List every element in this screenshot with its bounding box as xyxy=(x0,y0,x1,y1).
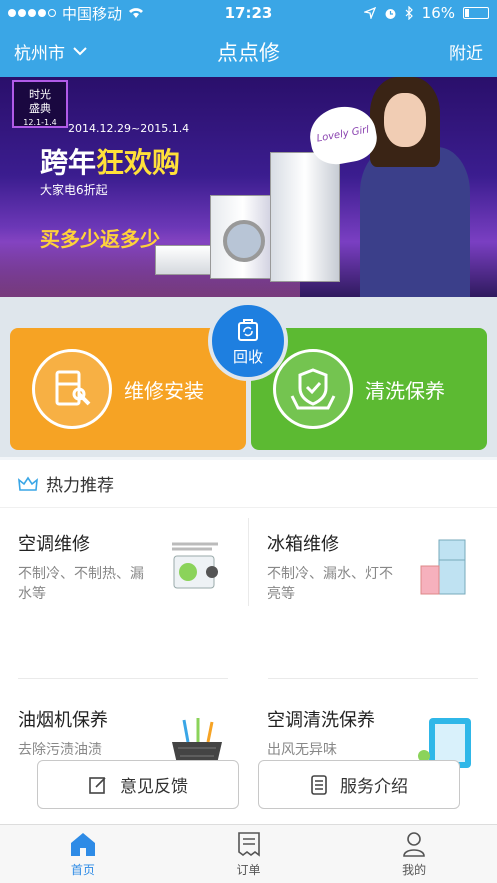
nearby-button[interactable]: 附近 xyxy=(449,39,483,64)
recommend-item-fridge-repair[interactable]: 冰箱维修 不制冷、漏水、灯不亮等 xyxy=(249,508,497,626)
battery-icon xyxy=(463,7,489,19)
ac-unit-icon xyxy=(172,542,218,589)
location-arrow-icon xyxy=(363,7,376,19)
item-desc: 不制冷、漏水、灯不亮等 xyxy=(267,566,393,602)
model-image: Lovely Girl xyxy=(305,77,490,297)
fridge-icon xyxy=(420,539,466,595)
tab-bar: 首页 订单 我的 xyxy=(0,824,497,883)
recommend-item-ac-repair[interactable]: 空调维修 不制冷、不制热、漏水等 xyxy=(0,508,248,626)
banner-headline: 跨年狂欢购 xyxy=(40,141,180,181)
battery-percent: 16% xyxy=(421,4,455,22)
status-bar: 中国移动 17:23 16% xyxy=(0,0,497,26)
item-desc: 去除污渍油渍 xyxy=(18,742,102,758)
signal-icon xyxy=(8,9,56,17)
tab-home[interactable]: 首页 xyxy=(0,825,166,883)
banner-slogan: 买多少返多少 xyxy=(40,227,160,251)
event-badge: 时光 盛典 12.1-1.4 xyxy=(12,80,68,128)
nav-bar: 杭州市 点点修 附近 xyxy=(0,26,497,77)
recycle-bag-icon xyxy=(238,318,258,341)
item-desc: 出风无异味 xyxy=(267,742,337,758)
repair-icon xyxy=(32,349,112,429)
divider xyxy=(268,678,478,679)
feedback-button[interactable]: 意见反馈 xyxy=(37,760,239,809)
service-intro-button[interactable]: 服务介绍 xyxy=(258,760,460,809)
carrier-label: 中国移动 xyxy=(62,4,123,23)
section-title: 热力推荐 xyxy=(46,476,114,496)
section-header: 热力推荐 xyxy=(0,460,497,508)
home-icon xyxy=(70,832,95,856)
service-section: 维修安装 清洗保养 回收 xyxy=(0,297,497,457)
list-doc-icon xyxy=(311,774,327,795)
tab-profile[interactable]: 我的 xyxy=(331,825,497,883)
badge-line: 时光 xyxy=(29,88,51,101)
tab-label: 首页 xyxy=(70,862,95,877)
clean-maintain-label: 清洗保养 xyxy=(365,378,445,403)
repair-install-label: 维修安装 xyxy=(124,378,204,403)
badge-line: 盛典 xyxy=(29,102,51,115)
bluetooth-icon xyxy=(405,6,413,20)
receipt-icon xyxy=(237,831,260,857)
divider xyxy=(248,518,249,606)
promo-banner[interactable]: 时光 盛典 12.1-1.4 2014.12.29~2015.1.4 跨年狂欢购… xyxy=(0,77,497,297)
washing-machine-image xyxy=(210,195,276,279)
crown-icon xyxy=(18,476,38,491)
city-selector[interactable]: 杭州市 xyxy=(14,39,87,64)
city-label: 杭州市 xyxy=(14,44,65,64)
badge-date: 12.1-1.4 xyxy=(23,118,57,127)
recycle-label: 回收 xyxy=(232,347,263,366)
tab-label: 我的 xyxy=(402,862,427,877)
service-intro-label: 服务介绍 xyxy=(340,777,408,797)
edit-icon xyxy=(89,776,106,794)
tab-orders[interactable]: 订单 xyxy=(166,825,332,883)
shield-check-icon xyxy=(273,349,353,429)
feedback-label: 意见反馈 xyxy=(120,777,188,797)
tab-label: 订单 xyxy=(236,862,261,877)
banner-date: 2014.12.29~2015.1.4 xyxy=(68,122,190,135)
wifi-icon xyxy=(129,8,144,18)
headline-part: 跨年 xyxy=(40,146,97,179)
item-desc: 不制冷、不制热、漏水等 xyxy=(18,566,144,602)
divider xyxy=(18,678,228,679)
banner-subtitle: 大家电6折起 xyxy=(40,183,108,197)
fridge-image xyxy=(270,152,340,282)
headline-highlight: 狂欢购 xyxy=(96,146,181,179)
top-bar: 中国移动 17:23 16% 杭州市 点点修 附近 xyxy=(0,0,497,77)
user-icon xyxy=(403,831,425,857)
chevron-down-icon xyxy=(73,47,87,56)
recycle-button[interactable]: 回收 xyxy=(208,301,288,381)
alarm-icon xyxy=(385,8,396,19)
action-buttons: 意见反馈 服务介绍 xyxy=(0,760,497,812)
